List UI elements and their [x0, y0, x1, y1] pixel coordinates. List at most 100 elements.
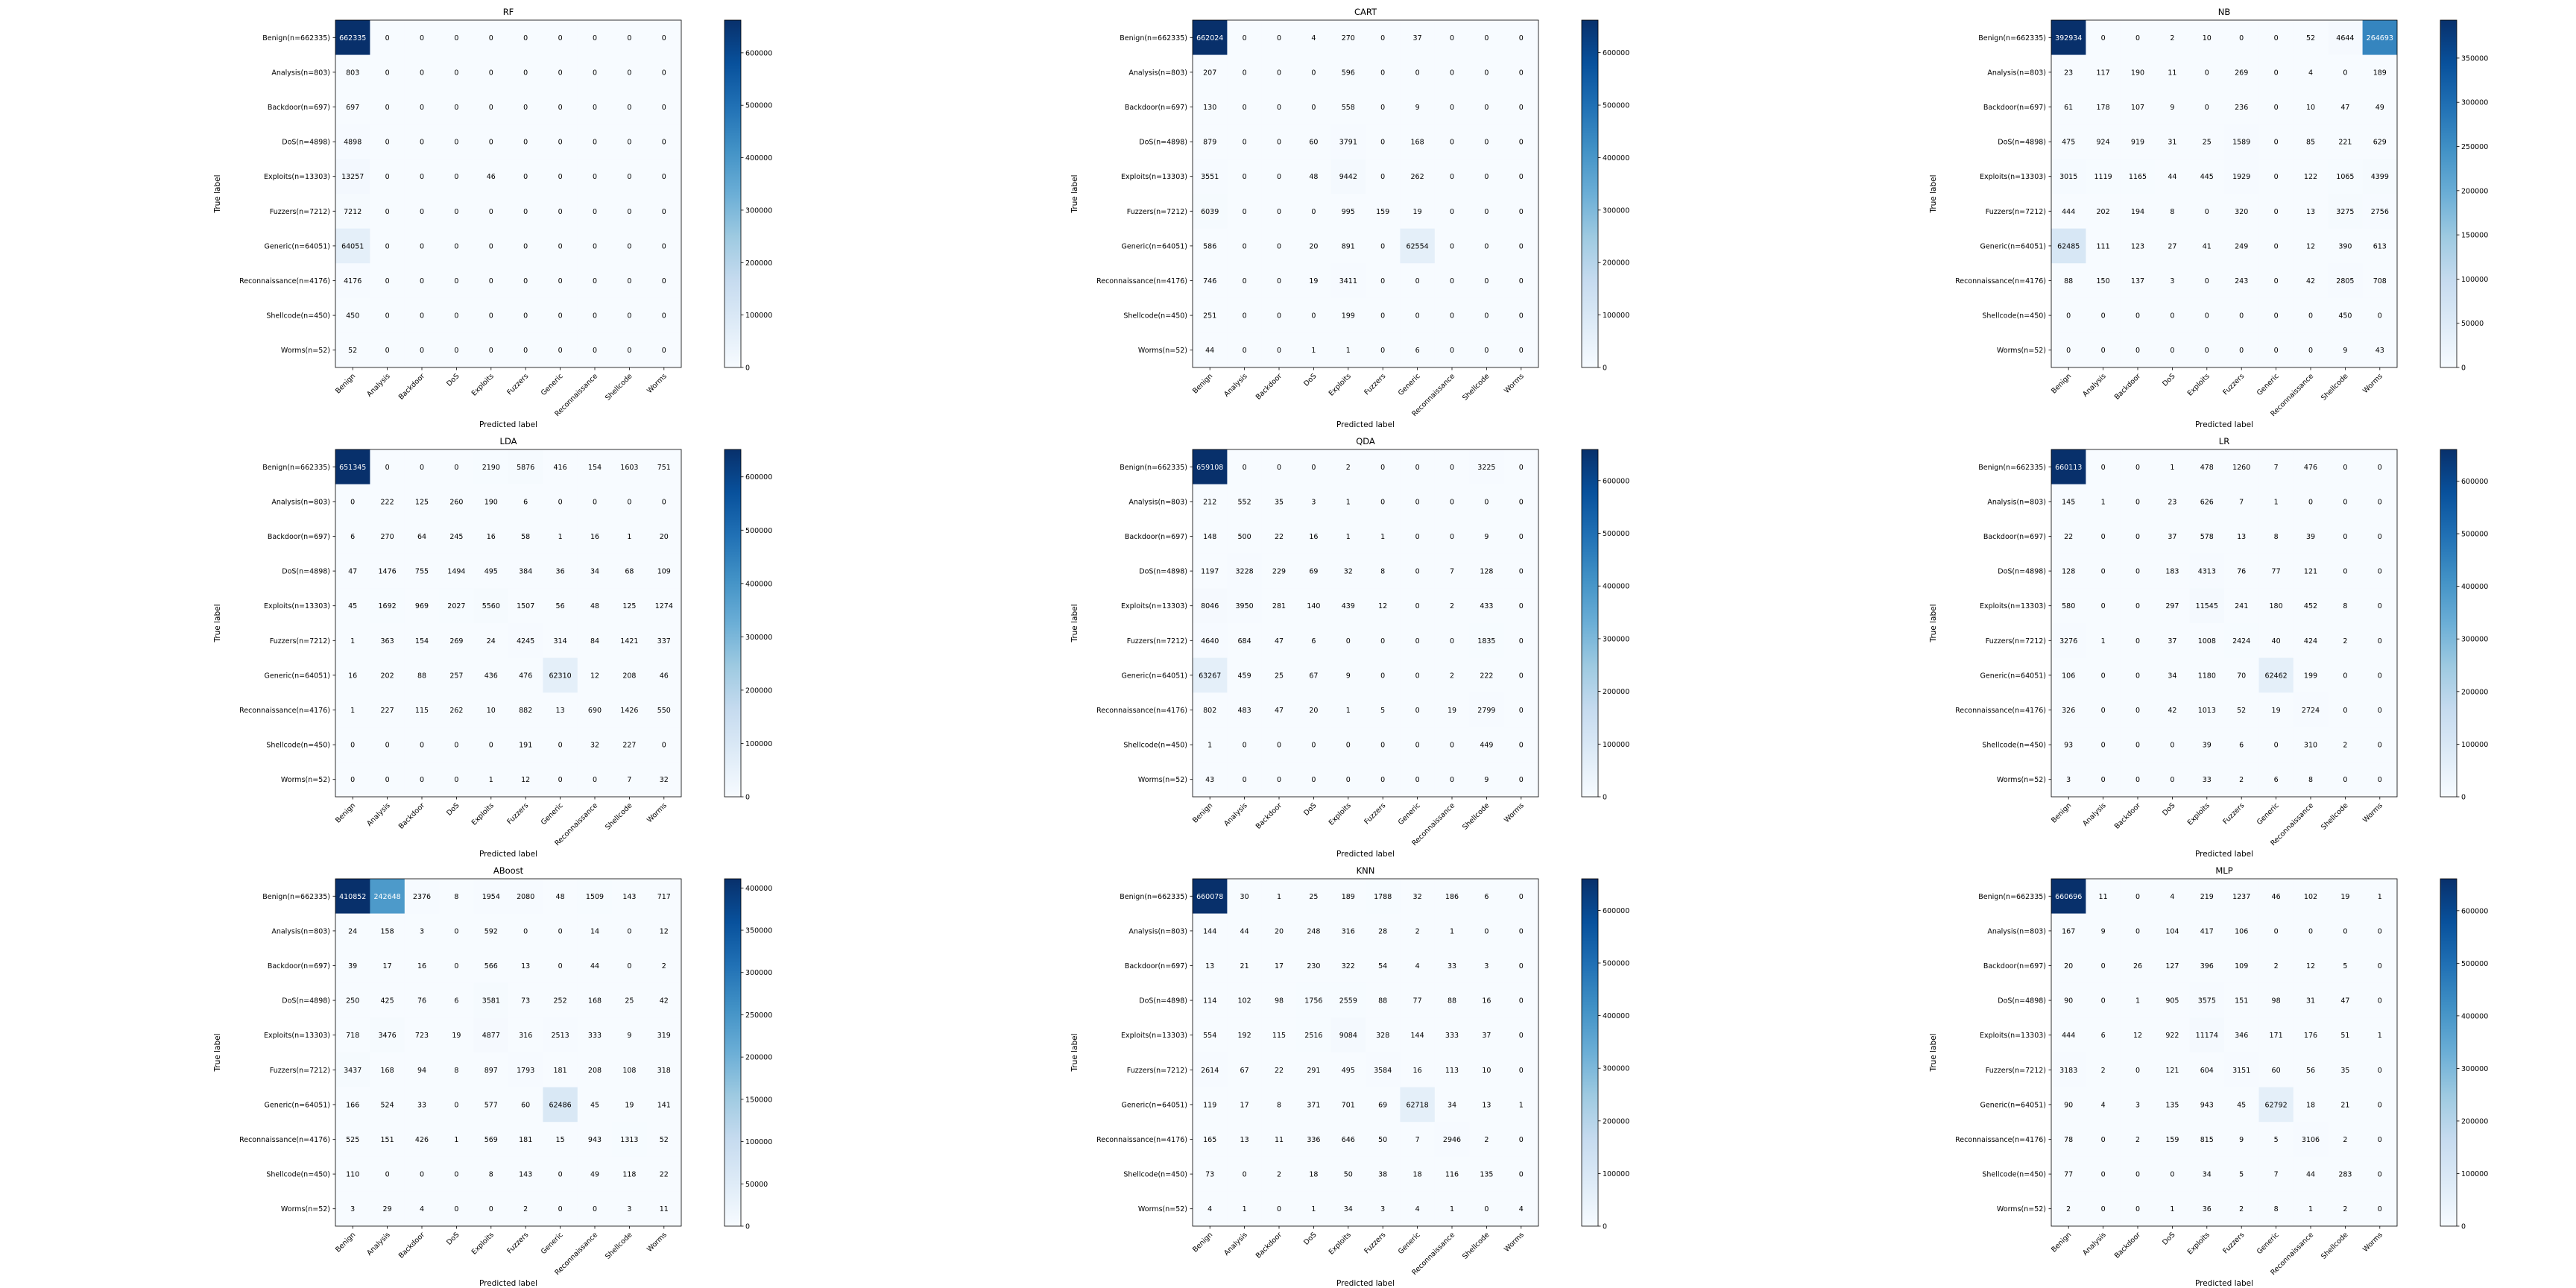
cell-value: 3183 — [2059, 1067, 2077, 1075]
cell-value: 0 — [1519, 34, 1524, 42]
cell-value: 0 — [489, 347, 493, 355]
cell-value: 34 — [1344, 1205, 1353, 1213]
cell-value: 121 — [2165, 1067, 2179, 1075]
cell-value: 2 — [2343, 637, 2347, 645]
cell-value: 0 — [1380, 347, 1385, 355]
cell-value: 0 — [454, 962, 458, 970]
row-label: Generic(n=64051) — [265, 672, 330, 680]
cell-value: 51 — [2340, 1032, 2349, 1040]
cell-value: 0 — [385, 1171, 390, 1179]
cell-value: 0 — [1243, 464, 1247, 472]
cell-value: 0 — [1380, 69, 1385, 77]
cell-value: 2756 — [2371, 208, 2389, 216]
cell-value: 0 — [2343, 672, 2347, 680]
cell-value: 0 — [2343, 533, 2347, 541]
cell-value: 108 — [622, 1067, 636, 1075]
chart-title: LR — [2219, 436, 2229, 446]
row-label: Exploits(n=13303) — [1121, 1032, 1187, 1040]
cell-value: 9 — [1415, 104, 1420, 112]
cell-value: 1 — [2101, 637, 2106, 645]
cell-value: 171 — [2270, 1032, 2283, 1040]
cell-value: 1835 — [1477, 637, 1495, 645]
cell-value: 0 — [2205, 69, 2209, 77]
cell-value: 0 — [2239, 312, 2244, 321]
cell-value: 68 — [625, 568, 634, 576]
cell-value: 281 — [1272, 602, 1286, 610]
cell-value: 0 — [1484, 347, 1489, 355]
colorbar-tick-label: 0 — [1603, 364, 1607, 373]
cell-value: 1165 — [2129, 173, 2147, 181]
cell-value: 6 — [1415, 347, 1420, 355]
cell-value: 0 — [420, 69, 424, 77]
row-label: Worms(n=52) — [281, 776, 330, 784]
cell-value: 199 — [1342, 312, 1355, 321]
row-label: Worms(n=52) — [1138, 1205, 1187, 1213]
cell-value: 12 — [1378, 602, 1387, 610]
cell-value: 0 — [1243, 347, 1247, 355]
confusion-matrix-nb: NB 392934 0 0 2 10 0 0 52 4644 264693 23 117 190 11 0 26… — [1929, 7, 2488, 429]
cell-value: 269 — [449, 637, 463, 645]
cell-value: 0 — [1415, 637, 1420, 645]
cell-value: 1 — [2170, 1205, 2174, 1213]
cell-value: 1 — [1346, 707, 1351, 715]
cell-value: 0 — [1519, 637, 1524, 645]
cell-value: 2799 — [1477, 707, 1495, 715]
cell-value: 0 — [593, 69, 597, 77]
column-label: Fuzzers — [505, 1231, 530, 1255]
cell-value: 6 — [1484, 893, 1489, 901]
cell-value: 0 — [1450, 173, 1454, 181]
cell-value: 13 — [1205, 962, 1214, 970]
column-label: Analysis — [2081, 372, 2107, 398]
cell-value: 47 — [2340, 997, 2349, 1006]
cell-value: 61 — [2064, 104, 2073, 112]
cell-value: 0 — [1277, 464, 1281, 472]
row-label: Reconnaissance(n=4176) — [1955, 707, 2046, 715]
cell-value: 236 — [2235, 104, 2248, 112]
cell-value: 0 — [2135, 776, 2140, 784]
cell-value: 0 — [2066, 312, 2071, 321]
cell-value: 4 — [1311, 34, 1316, 42]
cell-value: 106 — [2235, 927, 2248, 935]
cell-value: 0 — [593, 173, 597, 181]
cell-value: 39 — [348, 962, 357, 970]
column-label: Benign — [334, 1231, 357, 1254]
cell-value: 0 — [454, 69, 458, 77]
y-axis-label: True label — [213, 174, 222, 213]
cell-value: 26 — [2133, 962, 2142, 970]
cell-value: 0 — [2101, 962, 2106, 970]
cell-value: 42 — [660, 997, 669, 1006]
cell-value: 0 — [1450, 139, 1454, 147]
cell-value: 2 — [1450, 602, 1454, 610]
colorbar-tick-label: 100000 — [1603, 1170, 1629, 1178]
cell-value: 36 — [556, 568, 565, 576]
cell-value: 29 — [383, 1205, 392, 1213]
cell-value: 20 — [1309, 707, 1318, 715]
cell-value: 0 — [523, 34, 528, 42]
cell-value: 0 — [1415, 742, 1420, 750]
column-label: DoS — [445, 1231, 461, 1246]
confusion-matrix-knn: KNN660078 30 1 25 189 1788 32 186 6 0144 44 20 248 31… — [1070, 865, 1629, 1288]
cell-value: 0 — [1519, 208, 1524, 216]
cell-value: 208 — [588, 1067, 602, 1075]
column-label: Fuzzers — [2221, 1231, 2246, 1255]
cell-value: 0 — [1519, 1032, 1524, 1040]
cell-value: 0 — [420, 1171, 424, 1179]
cell-value: 2 — [2239, 1205, 2244, 1213]
column-label: Exploits — [470, 801, 496, 827]
cell-value: 0 — [2101, 997, 2106, 1006]
y-axis-label: True label — [213, 1033, 222, 1072]
colorbar-tick-label: 100000 — [1603, 312, 1629, 320]
cell-value: 0 — [1519, 672, 1524, 680]
column-label: Generic — [1397, 801, 1422, 827]
cell-value: 4 — [420, 1205, 424, 1213]
row-label: Analysis(n=803) — [1128, 69, 1187, 77]
cell-value: 0 — [1415, 277, 1420, 285]
cell-value: 0 — [350, 742, 355, 750]
cell-value: 1 — [1346, 347, 1351, 355]
cell-value: 0 — [1380, 173, 1385, 181]
colorbar-tick-label: 600000 — [2461, 907, 2488, 915]
cell-value: 46 — [2272, 893, 2281, 901]
cell-value: 0 — [2135, 602, 2140, 610]
cell-value: 0 — [1519, 464, 1524, 472]
cell-value: 569 — [484, 1136, 498, 1144]
